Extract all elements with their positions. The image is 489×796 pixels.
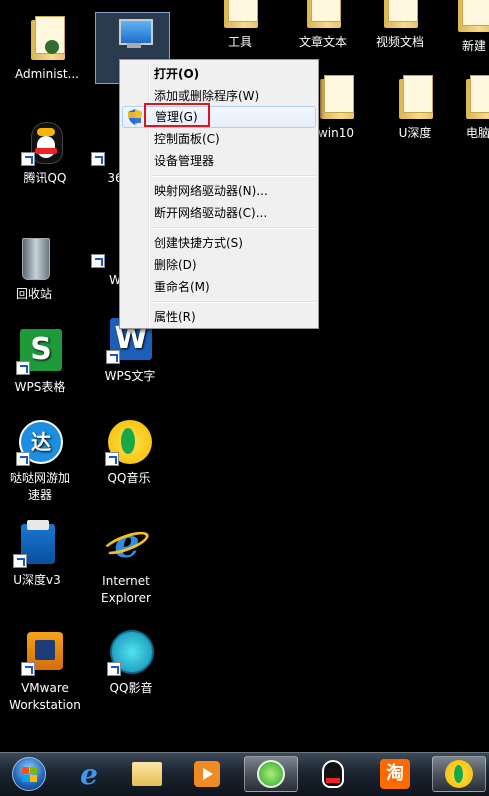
desktop-icon-qq[interactable]: 腾讯QQ [5,118,85,187]
recycle-bin-icon [10,234,58,282]
desktop-icon-dada-accelerator[interactable]: 达 哒哒网游加 速器 [0,418,80,504]
icon-label: VMware Workstation [9,681,81,712]
qq-music-icon [105,418,153,466]
folder-wenzhang[interactable]: 文章文本 [283,0,363,51]
computer-icon [109,13,157,61]
icon-label: 哒哒网游加 速器 [9,471,70,502]
qq-player-icon [107,628,155,676]
menu-item-rename[interactable]: 重命名(M) [122,276,316,298]
desktop-icon-recycle-bin[interactable]: 回收站 [0,234,74,303]
desktop-icon-internet-explorer[interactable]: e Internet Explorer [86,521,166,607]
folder-icon [299,0,347,30]
desktop-icon-qq-player[interactable]: QQ影音 [91,628,171,697]
icon-label: Administ... [15,67,79,81]
ie-icon: e [100,521,152,569]
icon-label: WPS表格 [14,380,66,394]
taskbar: e 淘 [0,752,489,796]
menu-item-create-shortcut[interactable]: 创建快捷方式(S) [122,232,316,254]
folder-label: U深度 [398,126,432,140]
icon-label: 腾讯QQ [23,171,67,185]
menu-item-delete[interactable]: 删除(D) [122,254,316,276]
folder-icon [312,73,360,121]
desktop-icon-wps-spreadsheet[interactable]: S WPS表格 [0,327,80,396]
taskbar-taobao[interactable]: 淘 [368,756,422,792]
menu-item-map-network-drive[interactable]: 映射网络驱动器(N)... [122,180,316,202]
usb-drive-icon [13,520,61,568]
qq-icon [322,760,344,788]
icon-label: QQ影音 [109,681,153,695]
icon-label: QQ音乐 [107,471,151,485]
taskbar-explorer[interactable] [120,756,174,792]
menu-item-open[interactable]: 打开(O) [122,63,316,85]
vmware-icon [21,628,69,676]
explorer-icon [132,762,162,786]
folder-icon [376,0,424,30]
icon-label: Internet Explorer [101,574,151,605]
desktop-icon-qq-music[interactable]: QQ音乐 [89,418,169,487]
folder-icon [391,73,439,121]
menu-item-device-manager[interactable]: 设备管理器 [122,150,316,172]
qq-penguin-icon [21,118,69,166]
start-button[interactable] [2,756,56,792]
folder-label: 电脑 [466,126,489,140]
media-player-icon [194,761,220,787]
menu-separator [152,301,316,303]
desktop-icon-vmware[interactable]: VMware Workstation [5,628,85,714]
menu-separator [152,175,316,177]
menu-item-disconnect-network-drive[interactable]: 断开网络驱动器(C)... [122,202,316,224]
wps-spreadsheet-icon: S [16,327,64,375]
icon-label: 回收站 [15,287,52,301]
context-menu: 打开(O) 添加或删除程序(W) 管理(G) 控制面板(C) 设备管理器 映射网… [119,59,319,329]
dada-accelerator-icon: 达 [16,418,64,466]
taobao-icon: 淘 [380,759,410,789]
icon-label: U深度v3 [13,573,61,587]
menu-separator [152,227,316,229]
folder-label: win10 [317,126,355,140]
folder-label: 文章文本 [298,35,347,49]
taskbar-ie[interactable]: e [62,756,116,792]
folder-label: 工具 [227,35,252,49]
qq-music-icon [445,760,473,788]
taskbar-360-browser[interactable] [244,756,298,792]
ie-icon: e [80,757,98,791]
folder-shipin[interactable]: 视频文档 [360,0,440,51]
taskbar-qq-music[interactable] [432,756,486,792]
desktop-icon-udeep-v3[interactable]: U深度v3 [0,520,77,589]
folder-label: 新建 [462,39,487,53]
folder-gongju[interactable]: 工具 [200,0,280,51]
folder-xinjian[interactable]: 新建 [440,0,489,55]
folder-diannao[interactable]: 电脑 [452,73,489,142]
folder-icon [458,73,489,121]
taskbar-media-player[interactable] [180,756,234,792]
360-browser-icon [257,760,285,788]
uac-shield-icon [128,109,142,125]
icon-label: WPS文字 [104,369,156,383]
taskbar-qq[interactable] [306,756,360,792]
folder-udeep[interactable]: U深度 [375,73,455,142]
user-folder-icon [23,14,71,62]
menu-item-properties[interactable]: 属性(R) [122,306,316,328]
desktop-icon-administrator[interactable]: Administ... [7,14,87,83]
folder-label: 视频文档 [375,35,424,49]
folder-icon [450,0,489,34]
highlight-box [144,103,210,127]
start-orb-icon [12,757,46,791]
folder-icon [216,0,264,30]
menu-item-control-panel[interactable]: 控制面板(C) [122,128,316,150]
